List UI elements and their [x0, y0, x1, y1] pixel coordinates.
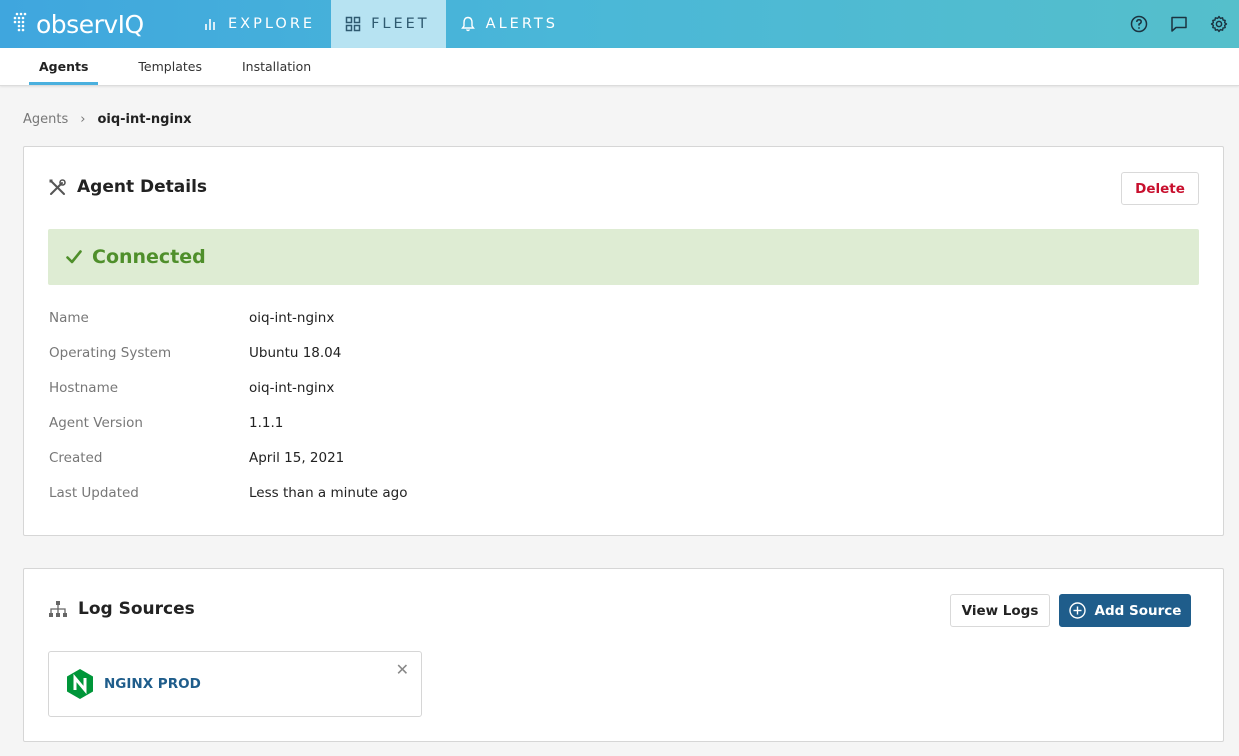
agent-details-card: Agent Details Delete Connected Name oiq-…: [23, 146, 1224, 536]
breadcrumb-agents-link[interactable]: Agents: [23, 112, 68, 127]
chat-icon[interactable]: [1159, 0, 1199, 48]
gear-icon[interactable]: [1199, 0, 1239, 48]
log-sources-title: Log Sources: [78, 599, 195, 619]
nav-tab-alerts[interactable]: ALERTS: [446, 0, 574, 48]
top-navigation-bar: observIQ EXPLORE FLEET ALERTS: [0, 0, 1239, 48]
detail-label: Hostname: [49, 380, 119, 396]
observiq-logo-icon: [13, 12, 27, 32]
nav-tab-label: ALERTS: [485, 16, 558, 32]
detail-row-last-updated: Last Updated Less than a minute ago: [49, 485, 408, 501]
checkmark-icon: [66, 250, 82, 264]
add-source-label: Add Source: [1094, 602, 1182, 619]
breadcrumb-separator: ›: [80, 112, 86, 127]
observiq-logo[interactable]: observIQ: [0, 0, 190, 48]
breadcrumb: Agents › oiq-int-nginx: [23, 112, 192, 127]
detail-row-agent-version: Agent Version 1.1.1: [49, 415, 283, 431]
detail-label: Last Updated: [49, 485, 139, 501]
nav-tab-fleet[interactable]: FLEET: [331, 0, 446, 48]
grid-icon: [345, 16, 361, 32]
nginx-logo-icon: [66, 668, 94, 700]
detail-value: Less than a minute ago: [249, 485, 408, 501]
tools-icon: [48, 178, 67, 197]
agent-details-header: Agent Details: [48, 177, 207, 197]
connection-status-banner: Connected: [48, 229, 1199, 285]
detail-label: Operating System: [49, 345, 172, 361]
bar-chart-icon: [204, 17, 218, 31]
connection-status-text: Connected: [92, 246, 206, 268]
agent-details-title: Agent Details: [77, 177, 208, 197]
detail-label: Name: [49, 310, 89, 326]
sub-navigation: Agents Templates Installation: [0, 48, 1239, 86]
subtab-installation[interactable]: Installation: [232, 48, 321, 85]
subtab-templates[interactable]: Templates: [128, 48, 212, 85]
detail-row-os: Operating System Ubuntu 18.04: [49, 345, 341, 361]
breadcrumb-current: oiq-int-nginx: [97, 112, 192, 127]
detail-row-name: Name oiq-int-nginx: [49, 310, 334, 326]
delete-button[interactable]: Delete: [1121, 172, 1199, 205]
nav-tab-label: EXPLORE: [228, 16, 316, 32]
remove-source-icon[interactable]: ✕: [396, 660, 409, 679]
detail-value: April 15, 2021: [249, 450, 345, 466]
logo-text: observIQ: [36, 9, 144, 39]
log-source-name: NGINX PROD: [104, 676, 201, 692]
bell-icon: [460, 16, 476, 32]
nav-tab-explore[interactable]: EXPLORE: [190, 0, 331, 48]
detail-label: Agent Version: [49, 415, 143, 431]
detail-label: Created: [49, 450, 103, 466]
detail-value: oiq-int-nginx: [249, 380, 335, 396]
sitemap-icon: [48, 600, 68, 619]
detail-value: Ubuntu 18.04: [249, 345, 342, 361]
add-source-button[interactable]: Add Source: [1059, 594, 1191, 627]
plus-circle-icon: [1068, 602, 1086, 619]
log-sources-card: Log Sources View Logs Add Source NGINX P…: [23, 568, 1224, 742]
help-icon[interactable]: [1119, 0, 1159, 48]
detail-row-hostname: Hostname oiq-int-nginx: [49, 380, 334, 396]
subtab-agents[interactable]: Agents: [29, 48, 99, 85]
log-source-item[interactable]: NGINX PROD ✕: [48, 651, 422, 717]
detail-value: 1.1.1: [249, 415, 284, 431]
view-logs-button[interactable]: View Logs: [950, 594, 1050, 627]
detail-value: oiq-int-nginx: [249, 310, 335, 326]
detail-row-created: Created April 15, 2021: [49, 450, 344, 466]
header-actions: [1119, 0, 1239, 48]
nav-tab-label: FLEET: [371, 16, 430, 32]
log-sources-header: Log Sources: [48, 599, 195, 619]
